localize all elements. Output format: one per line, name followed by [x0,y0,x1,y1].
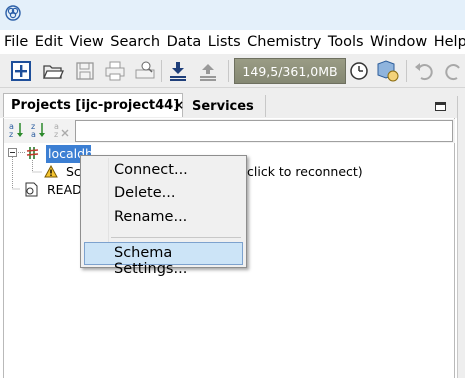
tree-node-schema[interactable]: Sc [66,164,81,179]
context-menu-delete[interactable]: Delete... [84,182,243,205]
readme-document-icon [25,182,38,197]
context-menu-connect[interactable]: Connect... [84,159,243,182]
context-menu-schema-settings[interactable]: Schema Settings... [84,242,243,277]
tree-node-readme[interactable]: READ [47,182,82,197]
database-connection-icon [26,147,39,159]
tree-node-schema-status: click to reconnect) [247,164,363,179]
warning-icon [44,165,58,178]
context-menu-separator [111,237,241,238]
context-menu-rename[interactable]: Rename... [84,206,243,229]
context-menu: Connect... Delete... Rename... Schema Se… [80,155,247,277]
